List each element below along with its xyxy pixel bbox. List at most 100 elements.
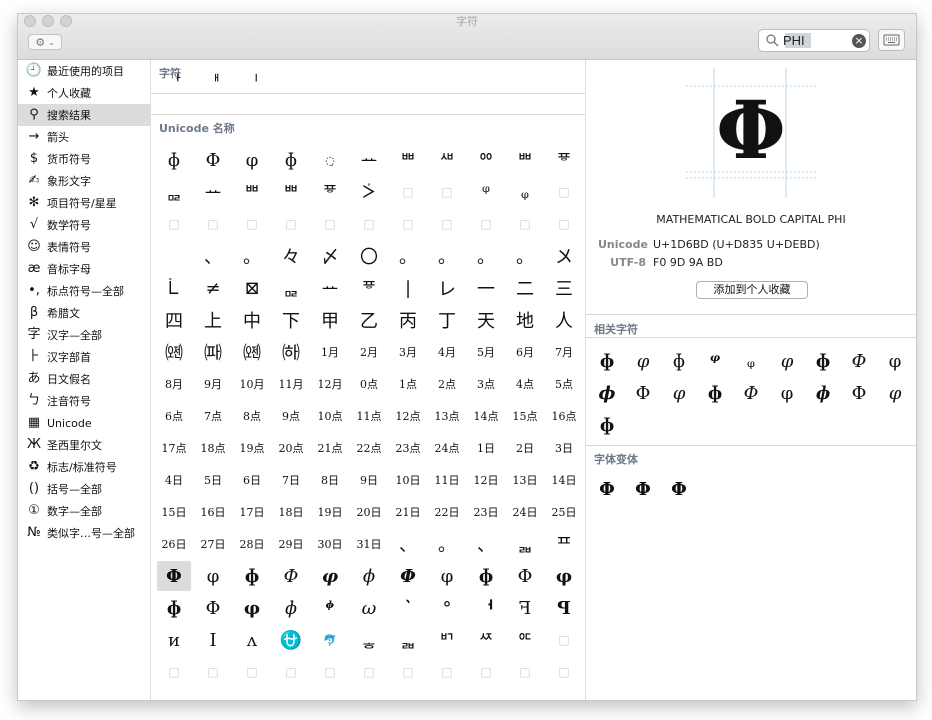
related-char-cell[interactable]: φ	[880, 346, 910, 376]
char-cell[interactable]: 14点	[469, 401, 503, 431]
char-cell[interactable]: 丁	[430, 305, 464, 335]
char-cell[interactable]: ᶲ	[313, 593, 347, 623]
char-cell[interactable]: □	[547, 209, 581, 239]
char-cell[interactable]: 〆	[313, 241, 347, 271]
char-cell[interactable]: Φ	[391, 561, 425, 591]
char-cell[interactable]: □	[157, 657, 191, 687]
char-cell[interactable]: ᅗ	[547, 145, 581, 175]
char-cell[interactable]: 10月	[235, 369, 269, 399]
char-cell[interactable]: 20点	[274, 433, 308, 463]
sidebar-item[interactable]: 字汉字—全部	[18, 324, 150, 346]
char-cell[interactable]: 中	[235, 305, 269, 335]
font-variant-cell[interactable]: Φ	[664, 474, 694, 504]
char-cell[interactable]: □	[274, 209, 308, 239]
char-cell[interactable]: 丙	[391, 305, 425, 335]
char-cell[interactable]: 々	[274, 241, 308, 271]
char-cell[interactable]: □	[196, 657, 230, 687]
char-cell[interactable]: ᴧ	[235, 625, 269, 655]
char-cell[interactable]: φ	[235, 145, 269, 175]
related-char-cell[interactable]: ᵠ	[700, 346, 730, 376]
char-cell[interactable]: □	[313, 657, 347, 687]
char-cell[interactable]: 21点	[313, 433, 347, 463]
char-cell[interactable]: 28日	[235, 529, 269, 559]
char-cell[interactable]: ⛎	[274, 625, 308, 655]
char-cell[interactable]: Φ	[196, 145, 230, 175]
char-cell[interactable]: 2月	[352, 337, 386, 367]
char-cell[interactable]: ᄑ	[547, 529, 581, 559]
char-cell[interactable]: □	[430, 177, 464, 207]
char-cell[interactable]: □	[547, 689, 581, 700]
sidebar-item[interactable]: ★ 个人收藏	[18, 82, 150, 104]
char-cell[interactable]: □	[430, 689, 464, 700]
char-cell[interactable]: 6月	[508, 337, 542, 367]
char-cell[interactable]: 8点	[235, 401, 269, 431]
char-cell[interactable]: 。	[469, 241, 503, 271]
sidebar-item[interactable]: $ 货币符号	[18, 148, 150, 170]
related-char-cell[interactable]: φ	[772, 346, 802, 376]
char-cell[interactable]: ω	[352, 593, 386, 623]
char-cell[interactable]: 。	[430, 529, 464, 559]
char-cell[interactable]: Ι	[196, 625, 230, 655]
char-cell[interactable]: ɸ	[469, 561, 503, 591]
char-cell[interactable]: ᆲ	[391, 625, 425, 655]
char-cell[interactable]: ɸ	[157, 593, 191, 623]
sidebar-item[interactable]: æ 音标字母	[18, 258, 150, 280]
char-cell[interactable]: 12月	[313, 369, 347, 399]
char-cell[interactable]: □	[352, 209, 386, 239]
char-cell[interactable]: □	[274, 657, 308, 687]
sidebar-item[interactable]: β 希腊文	[18, 302, 150, 324]
char-cell[interactable]: 、	[469, 529, 503, 559]
related-char-cell[interactable]: φ	[628, 346, 658, 376]
char-cell[interactable]: ᅗ	[352, 273, 386, 303]
char-cell[interactable]: ᄈ	[235, 177, 269, 207]
char-cell[interactable]: 3点	[469, 369, 503, 399]
related-char-cell[interactable]: φ	[664, 378, 694, 408]
char-cell[interactable]: φ	[430, 561, 464, 591]
keyboard-viewer-button[interactable]	[878, 29, 905, 51]
char-cell[interactable]: ᆲ	[508, 529, 542, 559]
char-cell[interactable]: 8日	[313, 465, 347, 495]
char-cell[interactable]: □	[469, 209, 503, 239]
char-cell[interactable]: ᄶ	[469, 625, 503, 655]
char-cell[interactable]: ᢺ	[157, 273, 191, 303]
char-cell[interactable]: Φ	[196, 593, 230, 623]
add-to-favorites-button[interactable]: 添加到个人收藏	[696, 281, 808, 299]
char-cell[interactable]: □	[352, 657, 386, 687]
clear-search-icon[interactable]: ×	[852, 34, 866, 48]
related-char-cell[interactable]: ɸ	[592, 346, 622, 376]
char-cell[interactable]: ᵠ	[469, 177, 503, 207]
char-cell[interactable]: ꟻ	[508, 593, 542, 623]
char-cell[interactable]: 23点	[391, 433, 425, 463]
char-cell[interactable]: 、	[391, 529, 425, 559]
char-cell[interactable]: ㈝	[235, 337, 269, 367]
char-cell[interactable]: 5日	[196, 465, 230, 495]
char-cell[interactable]: 4日	[157, 465, 191, 495]
char-cell[interactable]: 〤	[547, 241, 581, 271]
char-cell[interactable]: 1月	[313, 337, 347, 367]
char-cell[interactable]: 、	[196, 241, 230, 271]
char-cell[interactable]: °	[430, 593, 464, 623]
char-cell[interactable]: 4点	[508, 369, 542, 399]
char-cell[interactable]: ⊠	[235, 273, 269, 303]
char-cell[interactable]: □	[235, 689, 269, 700]
sidebar-item[interactable]: 🕘 最近使用的项目	[18, 60, 150, 82]
char-cell[interactable]: 人	[547, 305, 581, 335]
char-cell[interactable]: ϕ	[352, 561, 386, 591]
char-cell[interactable]: □	[391, 689, 425, 700]
char-cell[interactable]: 三	[547, 273, 581, 303]
char-cell[interactable]: ᵩ	[508, 177, 542, 207]
char-cell[interactable]: 18点	[196, 433, 230, 463]
char-cell[interactable]: 6日	[235, 465, 269, 495]
action-menu-button[interactable]: ⚙ ⌄	[28, 34, 62, 50]
char-cell[interactable]: 8月	[157, 369, 191, 399]
char-cell[interactable]: 。	[430, 241, 464, 271]
char-cell[interactable]: ᅥ	[469, 593, 503, 623]
char-cell[interactable]: □	[547, 625, 581, 655]
char-cell[interactable]: ɸ	[235, 561, 269, 591]
char-cell[interactable]: 天	[469, 305, 503, 335]
char-cell[interactable]: ᅗ	[313, 177, 347, 207]
sidebar-item[interactable]: √ 数学符号	[18, 214, 150, 236]
char-cell[interactable]: □	[547, 657, 581, 687]
related-char-cell[interactable]: φ	[772, 378, 802, 408]
char-cell[interactable]: ᄈ	[274, 177, 308, 207]
